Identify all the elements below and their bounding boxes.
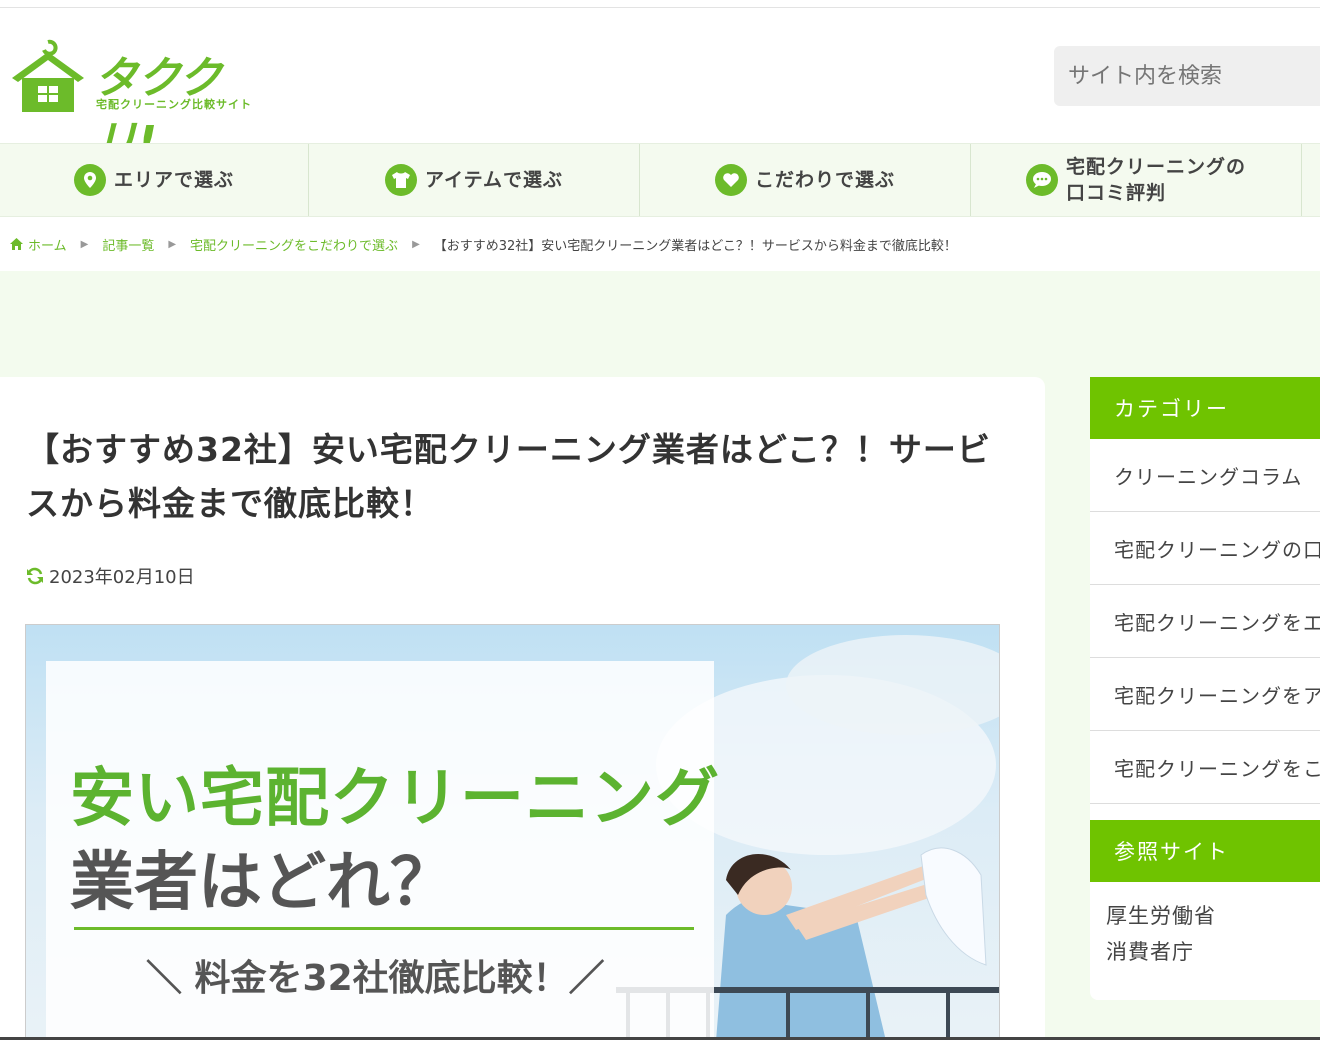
nav-item-reviews[interactable]: 宅配クリーニングの 口コミ評判 [971, 144, 1302, 216]
page-title: 【おすすめ32社】安い宅配クリーニング業者はどこ？！サービスから料金まで徹底比較… [26, 430, 991, 523]
article-card: 【おすすめ32社】安い宅配クリーニング業者はどこ？！サービスから料金まで徹底比較… [0, 377, 1045, 1040]
sidebar-category-item[interactable]: 宅配クリーニングをこだわりで選ぶ [1090, 731, 1320, 804]
shirt-icon [384, 164, 417, 196]
hero-subheadline: 業者はどれ？ [70, 846, 454, 920]
hero-headline: 安い宅配クリーニング [70, 762, 720, 836]
breadcrumb-current: 【おすすめ32社】安い宅配クリーニング業者はどこ？！サービスから料金まで徹底比較… [433, 238, 957, 254]
sidebar: カテゴリー クリーニングコラム 宅配クリーニングの口コミ評判 宅配クリーニングを… [1090, 377, 1320, 1000]
speech-bubble-icon [1025, 164, 1058, 196]
heart-icon [714, 164, 747, 196]
search-input[interactable] [1054, 46, 1320, 106]
house-hanger-icon [12, 39, 84, 112]
sidebar-category-item[interactable]: 宅配クリーニングをアイテムで選ぶ [1090, 658, 1320, 731]
reference-list: 厚生労働省 消費者庁 [1090, 882, 1320, 970]
main-nav: エリアで選ぶ アイテムで選ぶ こだわりで選ぶ 宅配クリーニングの 口コミ評判 [0, 143, 1320, 217]
updated-date: 2023年02月10日 [26, 563, 195, 589]
nav-item-item[interactable]: アイテムで選ぶ [309, 144, 640, 216]
breadcrumb-category[interactable]: 宅配クリーニングをこだわりで選ぶ [190, 235, 398, 254]
hero-tagline: ＼ 料金を32社徹底比較！／ [146, 958, 605, 999]
nav-item-kodawari[interactable]: こだわりで選ぶ [640, 144, 971, 216]
reference-heading: 参照サイト [1090, 820, 1320, 882]
logo-subtitle: 宅配クリーニング比較サイト [96, 98, 252, 111]
sidebar-category-item[interactable]: クリーニングコラム [1090, 439, 1320, 512]
reference-link-caa[interactable]: 消費者庁 [1106, 934, 1320, 970]
reference-link-mhlw[interactable]: 厚生労働省 [1106, 898, 1320, 934]
chevron-right-icon: ▶ [168, 238, 177, 250]
home-icon [10, 238, 23, 250]
sidebar-category-item[interactable]: 宅配クリーニングの口コミ評判 [1090, 512, 1320, 585]
chevron-right-icon: ▶ [80, 238, 89, 250]
refresh-icon [27, 567, 43, 585]
breadcrumb-list[interactable]: 記事一覧 [102, 235, 154, 254]
sidebar-category-item[interactable]: 宅配クリーニングをエリアで選ぶ [1090, 585, 1320, 658]
nav-item-area[interactable]: エリアで選ぶ [0, 144, 309, 216]
nav-label: こだわりで選ぶ [754, 169, 895, 191]
nav-label: 宅配クリーニングの 口コミ評判 [1065, 156, 1246, 204]
category-heading: カテゴリー [1090, 377, 1320, 439]
hero-image: 安い宅配クリーニング 業者はどれ？ ＼ 料金を32社徹底比較！／ [25, 624, 1000, 1040]
nav-label: アイテムで選ぶ [424, 169, 564, 191]
site-logo[interactable]: タククリ! 宅配クリーニング比較サイト [10, 38, 270, 168]
hero-divider [74, 927, 694, 930]
breadcrumb-home[interactable]: ホーム [28, 235, 67, 254]
breadcrumb: ホーム ▶ 記事一覧 ▶ 宅配クリーニングをこだわりで選ぶ ▶ 【おすすめ32社… [0, 217, 1320, 271]
site-header: タククリ! 宅配クリーニング比較サイト [0, 8, 1320, 168]
chevron-right-icon: ▶ [412, 238, 420, 250]
map-pin-icon [73, 164, 106, 196]
date-text: 2023年02月10日 [49, 567, 195, 588]
nav-label: エリアで選ぶ [113, 169, 234, 191]
